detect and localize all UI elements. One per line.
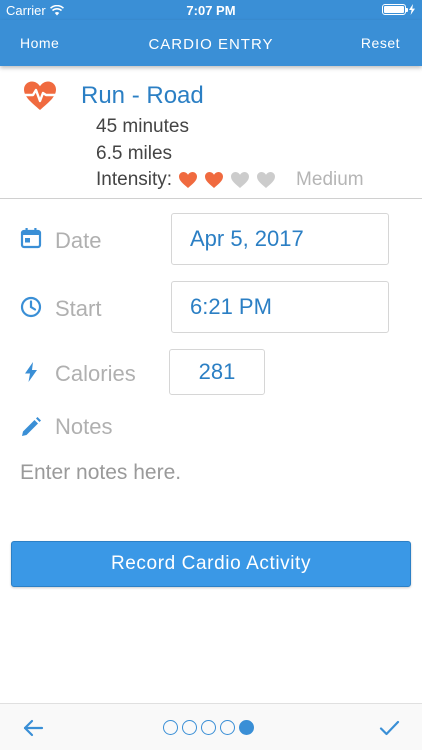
intensity-label: Intensity: [96,169,173,190]
record-cardio-button[interactable]: Record Cardio Activity [11,541,411,587]
clock-icon [20,296,42,318]
activity-duration: 45 minutes [96,116,189,137]
start-row: Start 6:21 PM [0,267,422,335]
status-time: 7:07 PM [186,3,236,18]
nav-bar: Home CARDIO ENTRY Reset [0,20,422,66]
intensity-level: Medium [296,169,364,190]
start-label: Start [55,296,102,321]
page-dot [220,720,235,735]
page-dot [163,720,178,735]
notes-label: Notes [55,414,113,439]
intensity-heart-icon[interactable] [178,171,198,189]
intensity-rating[interactable] [178,171,276,189]
calories-value: 281 [198,359,236,384]
calories-row: Calories 281 [0,335,422,399]
page-dot [239,720,254,735]
activity-distance: 6.5 miles [96,143,173,164]
status-bar: Carrier 7:07 PM [0,0,422,20]
start-time-input[interactable]: 6:21 PM [171,281,389,333]
activity-name: Run - Road [81,82,204,109]
battery-icon [382,4,408,15]
intensity-heart-icon[interactable] [230,171,250,189]
checkmark-icon[interactable] [378,718,400,738]
intensity-row: Intensity: Medium [96,169,364,191]
date-row: Date Apr 5, 2017 [0,199,422,267]
date-value: Apr 5, 2017 [190,226,304,251]
notes-input[interactable]: Enter notes here. [20,461,181,485]
calories-label: Calories [55,361,136,386]
calories-input[interactable]: 281 [169,349,265,395]
page-dot [201,720,216,735]
intensity-heart-icon[interactable] [204,171,224,189]
activity-summary: Run - Road 45 minutes 6.5 miles Intensit… [0,66,422,199]
charging-bolt-icon [409,4,415,15]
start-time-value: 6:21 PM [190,294,272,319]
date-label: Date [55,228,102,253]
page-dot [182,720,197,735]
calendar-icon [20,228,42,249]
heartbeat-icon [22,81,58,110]
page-title: CARDIO ENTRY [148,36,274,53]
intensity-heart-icon[interactable] [256,171,276,189]
battery-status [382,4,416,15]
date-input[interactable]: Apr 5, 2017 [171,213,389,265]
notes-row: Notes [0,399,422,451]
reset-button[interactable]: Reset [361,35,400,51]
page-indicator [163,720,254,735]
pencil-icon [22,417,41,436]
back-arrow-icon[interactable] [22,718,44,738]
lightning-icon [25,362,37,382]
bottom-toolbar [0,703,422,750]
